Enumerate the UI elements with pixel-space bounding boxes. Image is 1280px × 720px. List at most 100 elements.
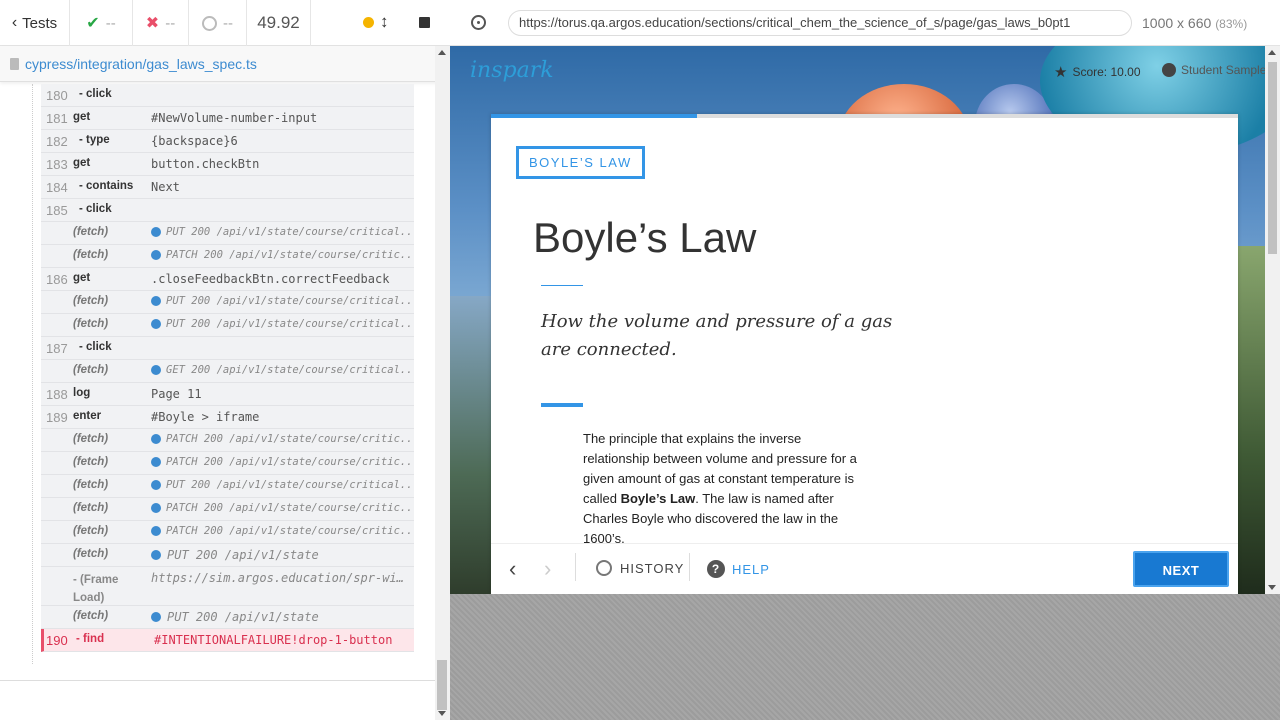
auto-scroll-icon[interactable]: ↕ [380, 13, 389, 31]
passed-value: -- [105, 14, 116, 32]
command-row[interactable]: 188 log Page 11 [41, 383, 414, 406]
command-message: PUT 200 /api/v1/state/course/critical... [151, 479, 414, 491]
scroll-down-icon[interactable] [1268, 585, 1276, 590]
chevron-right-icon[interactable]: › [544, 558, 551, 580]
command-number: 180 [46, 88, 68, 103]
command-row[interactable]: 187 - click [41, 337, 414, 360]
command-name: - click [79, 88, 112, 100]
request-text: GET 200 /api/v1/state/course/critical... [166, 364, 414, 376]
command-number: 184 [46, 180, 68, 195]
command-row-event[interactable]: (fetch) PUT 200 /api/v1/state [41, 544, 414, 567]
command-number: 186 [46, 272, 68, 287]
command-row[interactable]: 184 - contains Next [41, 176, 414, 199]
command-row[interactable]: 183 get button.checkBtn [41, 153, 414, 176]
command-message: PUT 200 /api/v1/state/course/critical... [151, 318, 414, 330]
command-name: - click [79, 341, 112, 353]
tests-button[interactable]: ‹ Tests [0, 0, 70, 46]
command-row-event[interactable]: (fetch) PUT 200 /api/v1/state/course/crit… [41, 222, 414, 245]
app-under-test: https://torus.qa.argos.education/section… [450, 0, 1280, 720]
command-name: (fetch) [73, 479, 109, 491]
scrollbar-thumb[interactable] [1268, 62, 1277, 254]
command-name: (fetch) [73, 456, 109, 468]
next-button[interactable]: NEXT [1133, 551, 1229, 587]
user-icon [1162, 63, 1176, 77]
command-row-event[interactable]: (fetch) PUT 200 /api/v1/state/course/crit… [41, 314, 414, 337]
command-message: .closeFeedbackBtn.correctFeedback [151, 272, 390, 286]
command-row[interactable]: 180 - click [41, 84, 414, 107]
lesson-footer: ‹ › HISTORY ? HELP NEXT [491, 543, 1238, 594]
scroll-down-icon[interactable] [438, 711, 446, 716]
history-button[interactable]: HISTORY [596, 560, 684, 576]
command-log: 180- click 181 get #NewVolume-number-input 1… [41, 84, 414, 652]
command-name: (fetch) [73, 295, 109, 307]
command-message: PATCH 200 /api/v1/state/course/critic... [151, 456, 414, 468]
command-message: {backspace}6 [151, 134, 238, 148]
failed-value: -- [165, 14, 176, 32]
tests-label: Tests [22, 14, 58, 32]
spec-path[interactable]: cypress/integration/gas_laws_spec.ts [25, 56, 257, 72]
command-row-event[interactable]: (fetch) PATCH 200 /api/v1/state/course/cr… [41, 452, 414, 475]
progress-bar [491, 114, 1238, 118]
request-status-dot-icon [151, 434, 161, 444]
reporter-header: ‹ Tests ✔ -- ✖ -- -- 49.92 ↕ [0, 0, 450, 46]
command-message: #INTENTIONALFAILURE!drop-1-button [154, 633, 393, 647]
help-button[interactable]: ? HELP [707, 560, 770, 578]
command-row-event[interactable]: (fetch) PUT 200 /api/v1/state/course/crit… [41, 475, 414, 498]
command-message: #NewVolume-number-input [151, 111, 318, 125]
spec-path-bar: cypress/integration/gas_laws_spec.ts [0, 46, 450, 82]
x-icon: ✖ [145, 15, 160, 32]
command-name: (fetch) [73, 364, 109, 376]
command-row-event[interactable]: (fetch) PUT 200 /api/v1/state/course/crit… [41, 291, 414, 314]
command-row[interactable]: 185 - click [41, 199, 414, 222]
command-row[interactable]: - (Frame Load) https://sim.argos.educatio… [41, 567, 414, 606]
command-row-event[interactable]: (fetch) PATCH 200 /api/v1/state/course/cr… [41, 245, 414, 268]
aut-scrollbar[interactable] [1265, 46, 1280, 594]
command-row-event[interactable]: (fetch) PATCH 200 /api/v1/state/course/cr… [41, 498, 414, 521]
request-text: PUT 200 /api/v1/state [167, 610, 319, 624]
reporter-scrollbar[interactable] [435, 46, 450, 720]
command-number: 188 [46, 387, 68, 402]
command-message: PUT 200 /api/v1/state/course/critical... [151, 295, 414, 307]
request-status-dot-icon [151, 480, 161, 490]
scrollbar-thumb[interactable] [437, 660, 447, 710]
command-row[interactable]: 181 get #NewVolume-number-input [41, 107, 414, 130]
command-row-event[interactable]: (fetch) GET 200 /api/v1/state/course/crit… [41, 360, 414, 383]
command-name: get [73, 272, 91, 284]
aut-iframe: inspark ★ Score: 10.00 Student Sample BO… [450, 46, 1280, 594]
command-tree-line [32, 84, 33, 664]
pending-value: -- [223, 14, 233, 32]
scroll-up-icon[interactable] [1268, 50, 1276, 55]
cypress-reporter: ‹ Tests ✔ -- ✖ -- -- 49.92 ↕ cypress/int… [0, 0, 450, 720]
command-row[interactable]: 186 get .closeFeedbackBtn.correctFeedback [41, 268, 414, 291]
command-row-failed[interactable]: 190 - find #INTENTIONALFAILURE!drop-1-butt… [41, 629, 414, 652]
command-name: enter [73, 410, 102, 422]
command-row-event[interactable]: (fetch) PATCH 200 /api/v1/state/course/cr… [41, 521, 414, 544]
command-name: - (Frame Load) [73, 574, 119, 604]
divider [541, 285, 583, 286]
stop-icon[interactable] [419, 17, 430, 28]
request-status-dot-icon [151, 227, 161, 237]
request-text: PATCH 200 /api/v1/state/course/critic... [166, 456, 414, 468]
url-bar[interactable]: https://torus.qa.argos.education/section… [508, 10, 1132, 36]
command-row[interactable]: 189 enter #Boyle > iframe [41, 406, 414, 429]
command-number: 190 [46, 633, 68, 648]
page-subtitle: How the volume and pressure of a gas are… [541, 311, 893, 360]
command-message: #Boyle > iframe [151, 410, 260, 424]
lesson-card: BOYLE’S LAW Boyle’s Law How the volume a… [491, 114, 1238, 594]
history-label: HISTORY [620, 560, 685, 576]
command-row-event[interactable]: (fetch) PUT 200 /api/v1/state [41, 606, 414, 629]
command-message: PATCH 200 /api/v1/state/course/critic... [151, 502, 414, 514]
student-name: Student Sample [1181, 63, 1267, 77]
command-row[interactable]: 182 - type {backspace}6 [41, 130, 414, 153]
scroll-up-icon[interactable] [438, 50, 446, 55]
command-name: (fetch) [73, 548, 109, 560]
pending-count: -- [189, 0, 247, 46]
selector-playground-icon[interactable] [471, 15, 486, 30]
user-menu[interactable]: Student Sample [1162, 63, 1266, 77]
command-row-event[interactable]: (fetch) PATCH 200 /api/v1/state/course/cr… [41, 429, 414, 452]
chevron-left-icon[interactable]: ‹ [509, 558, 516, 580]
command-number: 189 [46, 410, 68, 425]
command-name: (fetch) [73, 610, 109, 622]
command-message: PATCH 200 /api/v1/state/course/critic... [151, 525, 414, 537]
body-paragraph: The principle that explains the inverse … [583, 429, 858, 549]
